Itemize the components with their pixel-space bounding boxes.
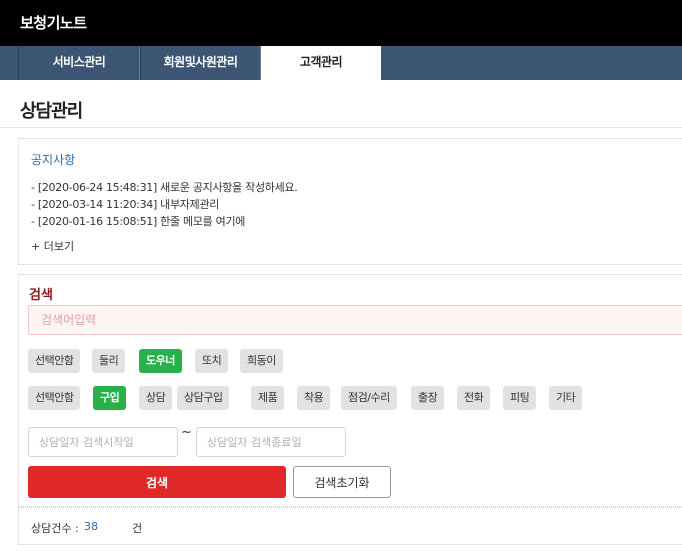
notice-item[interactable]: - [2020-01-16 15:08:51] 한줄 메모를 여기에: [31, 213, 245, 229]
result-count-bar: 상담건수 : 38 건: [18, 507, 682, 545]
app-header: 보청기노트: [0, 0, 682, 46]
count-unit: 건: [132, 522, 143, 535]
staff-filter-douner[interactable]: 도우너: [139, 349, 182, 373]
search-button[interactable]: 검색: [28, 466, 286, 498]
tab-customer[interactable]: 고객관리: [261, 46, 381, 80]
staff-filter-heedong[interactable]: 희동이: [240, 349, 283, 373]
staff-filter-dooly[interactable]: 둘리: [92, 349, 126, 373]
date-range-separator: ~: [181, 425, 192, 440]
type-filter-purchase[interactable]: 구입: [93, 386, 127, 410]
type-filter-etc[interactable]: 기타: [549, 386, 583, 410]
type-filter-fitting-wear[interactable]: 착용: [297, 386, 331, 410]
reset-search-button[interactable]: 검색초기화: [293, 466, 391, 498]
type-filter-consult-purchase[interactable]: 상담구입: [177, 386, 230, 410]
search-label: 검색: [29, 288, 53, 303]
notice-item[interactable]: - [2020-03-14 11:20:34] 내부자제관리: [31, 196, 219, 212]
notice-item[interactable]: - [2020-06-24 15:48:31] 새로운 공지사항을 작성하세요.: [31, 179, 298, 195]
main-nav: 서비스관리 회원및사원관리 고객관리: [0, 46, 682, 80]
page-title: 상담관리: [20, 101, 83, 122]
notice-more-link[interactable]: + 더보기: [31, 238, 74, 254]
date-start-input[interactable]: [28, 427, 178, 457]
search-panel: 검색 선택안함 둘리 도우너 또치 희동이 선택안함 구입 상담 상담구입 제품…: [18, 274, 682, 507]
notice-title[interactable]: 공지사항: [31, 151, 75, 168]
type-filter-product[interactable]: 제품: [251, 386, 285, 410]
type-filter-visit[interactable]: 출장: [411, 386, 445, 410]
tab-service[interactable]: 서비스관리: [18, 46, 140, 80]
type-filter-repair[interactable]: 점검/수리: [341, 386, 397, 410]
count-label: 상담건수 :: [31, 522, 79, 535]
type-filter-consult[interactable]: 상담: [139, 386, 173, 410]
tab-member-staff[interactable]: 회원및사원관리: [140, 46, 261, 80]
type-filter-phone[interactable]: 전화: [457, 386, 491, 410]
type-filter-fitting[interactable]: 피팅: [503, 386, 537, 410]
type-filter-none[interactable]: 선택안함: [28, 386, 81, 410]
app-title: 보청기노트: [20, 14, 87, 32]
staff-filter-ddochi[interactable]: 또치: [195, 349, 229, 373]
count-value: 38: [84, 520, 98, 533]
staff-filter-none[interactable]: 선택안함: [28, 349, 81, 373]
title-divider: [0, 127, 682, 128]
search-input[interactable]: [28, 305, 682, 335]
date-end-input[interactable]: [196, 427, 346, 457]
notice-panel: 공지사항 - [2020-06-24 15:48:31] 새로운 공지사항을 작…: [18, 138, 682, 265]
